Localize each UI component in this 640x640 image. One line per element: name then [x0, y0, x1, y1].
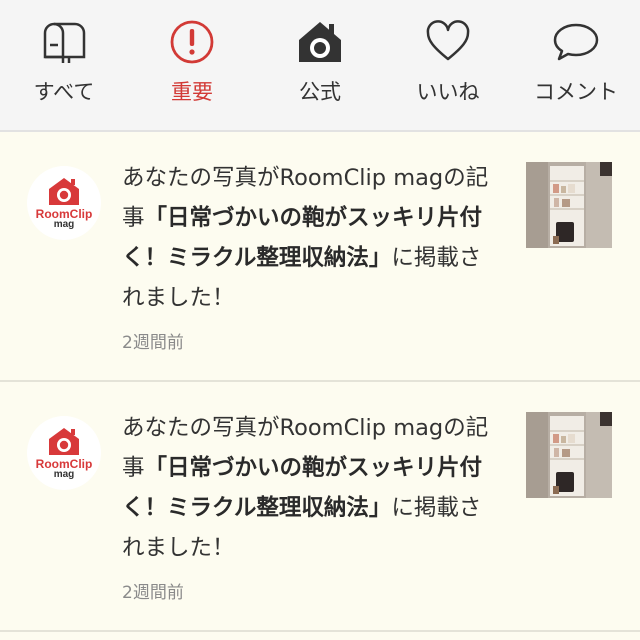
tab-all-label: すべて [33, 80, 95, 104]
photo-thumbnail[interactable] [526, 412, 612, 498]
avatar[interactable]: RoomClip mag [27, 166, 101, 240]
notification-message: あなたの写真がRoomClip magの記事「日常づかいの鞄がスッキリ片付く！ミ… [122, 408, 502, 568]
camera-house-logo-icon [49, 428, 79, 455]
notification-message: あなたの写真がRoomClip magの記事「日常づかいの鞄がスッキリ片付く！ミ… [122, 158, 502, 318]
avatar-brand-sub: mag [53, 219, 75, 230]
list-item[interactable]: RoomClip mag あなたの写真がRoomClip magの記事「日常づか… [0, 382, 640, 632]
tab-all[interactable]: すべて [0, 0, 128, 130]
tab-official[interactable]: 公式 [256, 0, 384, 130]
camera-house-logo-icon [49, 178, 79, 205]
photo-thumbnail[interactable] [526, 162, 612, 248]
avatar[interactable]: RoomClip mag [27, 416, 101, 490]
tab-likes[interactable]: いいね [384, 0, 512, 130]
list-item[interactable]: RoomClip mag あなたの写真がRoomClip magの記事「日常づか… [0, 132, 640, 382]
notification-list: RoomClip mag あなたの写真がRoomClip magの記事「日常づか… [0, 132, 640, 632]
camera-house-icon [296, 18, 344, 66]
mailbox-icon [40, 18, 88, 66]
tab-important-label: 重要 [171, 80, 213, 104]
tab-official-label: 公式 [299, 80, 341, 104]
heart-icon [424, 18, 472, 66]
avatar-brand-sub: mag [53, 469, 75, 480]
tab-important[interactable]: 重要 [128, 0, 256, 130]
timestamp: 2週間前 [122, 583, 184, 603]
notification-tabbar: すべて 重要 公式 いいね コメント [0, 0, 640, 132]
tab-comments[interactable]: コメント [512, 0, 640, 130]
tab-likes-label: いいね [416, 80, 480, 104]
alert-icon [168, 18, 216, 66]
timestamp: 2週間前 [122, 333, 184, 353]
tab-comments-label: コメント [534, 80, 618, 104]
speech-bubble-icon [552, 18, 600, 66]
